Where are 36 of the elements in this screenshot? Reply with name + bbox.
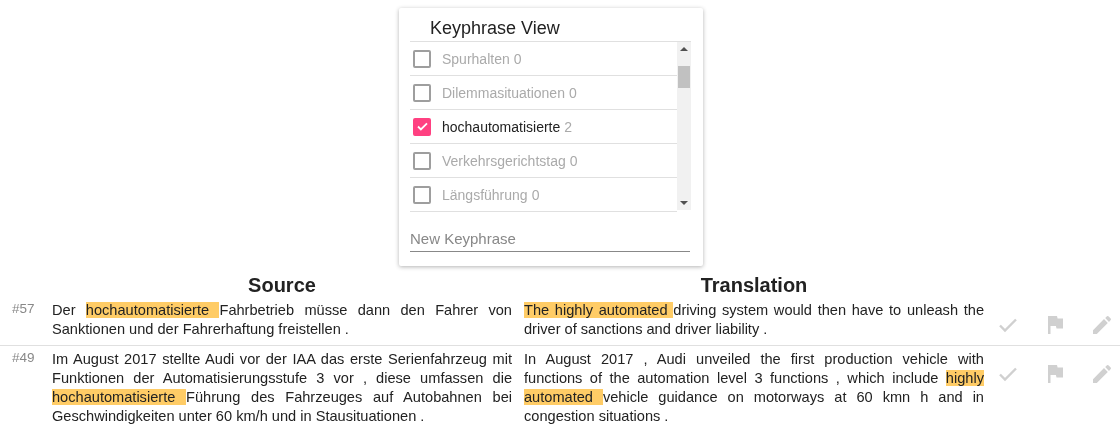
keyphrase-count: 0	[569, 152, 578, 169]
scrollbar[interactable]	[677, 42, 691, 210]
keyphrase-label: Spurhalten	[442, 50, 510, 67]
scroll-thumb[interactable]	[678, 66, 690, 88]
keyphrase-item[interactable]: Verkehrsgerichtstag 0	[410, 144, 677, 178]
keyphrase-item[interactable]: hochautomatisierte 2	[410, 110, 677, 144]
panel-title: Keyphrase View	[410, 8, 691, 42]
checkbox[interactable]	[413, 151, 431, 170]
source-text: Im August 2017 stellte Audi vor der IAA das erste Serienfahrzeug mit Funktionen der Automatisierungsstufe 3 vor , diese umfassen die hochautomatisierte Führung des Fahrzeuges auf Autobahnen bei Geschwindigkeiten unter 60 km/h und in Stausituationen .	[52, 350, 512, 426]
keyphrase-item[interactable]: Spurhalten 0	[410, 42, 677, 76]
checkbox[interactable]	[413, 49, 431, 68]
edit-icon[interactable]	[1090, 362, 1114, 386]
keyphrase-label: Verkehrsgerichtstag	[442, 152, 566, 169]
keyphrase-count: 0	[531, 186, 540, 203]
scroll-down-icon[interactable]	[680, 200, 688, 206]
row-number: #49	[12, 350, 36, 365]
edit-icon[interactable]	[1090, 313, 1114, 337]
translation-text: The highly automated driving system would then have to unleash the driver of sanctions and driver liability .	[524, 301, 984, 339]
keyphrase-count: 0	[513, 50, 522, 67]
keyphrase-label: hochautomatisierte	[442, 118, 561, 135]
scroll-up-icon[interactable]	[680, 46, 688, 52]
checkmark-icon	[416, 122, 428, 131]
keyphrase-item[interactable]: Dilemmasituationen 0	[410, 76, 677, 110]
row-number: #57	[12, 301, 36, 316]
column-heading: Source	[247, 274, 317, 297]
keyphrase-item[interactable]: Längsführung 0	[410, 178, 677, 212]
keyphrase-label: Längsführung	[442, 186, 528, 203]
keyphrase-count: 0	[568, 84, 577, 101]
checkbox[interactable]	[413, 117, 431, 136]
checkbox[interactable]	[413, 185, 431, 204]
keyphrase-label: Dilemmasituationen	[442, 84, 565, 101]
keyphrase-count: 2	[564, 118, 573, 135]
checkbox[interactable]	[413, 83, 431, 102]
column-heading: Translation	[699, 274, 809, 297]
source-text: Der hochautomatisierte Fahrbetrieb müsse dann den Fahrer von Sanktionen und der Fahrerhaftung freistellen .	[52, 301, 512, 339]
translation-text: In August 2017 , Audi unveiled the first production vehicle with functions of the automation level 3 functions , which include highly automated vehicle guidance on motorways at 60 kmn h and in congestion situations .	[524, 350, 984, 426]
